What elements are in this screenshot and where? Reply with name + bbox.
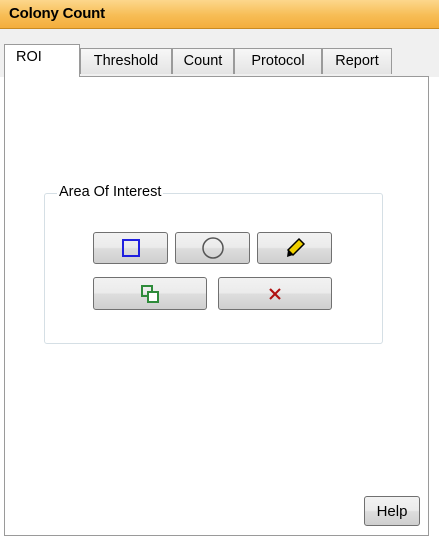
freehand-tool-button[interactable] [257, 232, 332, 264]
pencil-icon [286, 237, 305, 257]
rectangle-tool-button[interactable] [93, 232, 168, 264]
help-button[interactable]: Help [364, 496, 420, 526]
tab-protocol[interactable]: Protocol [234, 48, 322, 74]
copy-roi-button[interactable] [93, 277, 207, 310]
area-of-interest-label: Area Of Interest [57, 184, 164, 200]
window-title: Colony Count [9, 5, 105, 22]
x-mark-icon [269, 287, 281, 300]
tab-report[interactable]: Report [322, 48, 392, 74]
help-button-label: Help [376, 502, 408, 520]
tab-strip: ROI Threshold Count Protocol Report [0, 29, 439, 77]
tab-threshold-label: Threshold [93, 53, 159, 69]
delete-roi-button[interactable] [218, 277, 332, 310]
circle-tool-button[interactable] [175, 232, 250, 264]
title-bar: Colony Count [0, 0, 439, 29]
circle-icon [201, 237, 224, 259]
tab-roi-label: ROI [16, 49, 42, 65]
rectangle-icon [121, 239, 140, 257]
tab-count[interactable]: Count [172, 48, 234, 74]
tab-report-label: Report [335, 53, 379, 69]
tab-protocol-label: Protocol [251, 53, 305, 69]
overlapping-squares-icon [141, 284, 159, 303]
tab-threshold[interactable]: Threshold [80, 48, 172, 74]
tab-roi[interactable]: ROI [4, 44, 80, 77]
area-of-interest-group [44, 193, 383, 344]
tab-count-label: Count [183, 53, 223, 69]
